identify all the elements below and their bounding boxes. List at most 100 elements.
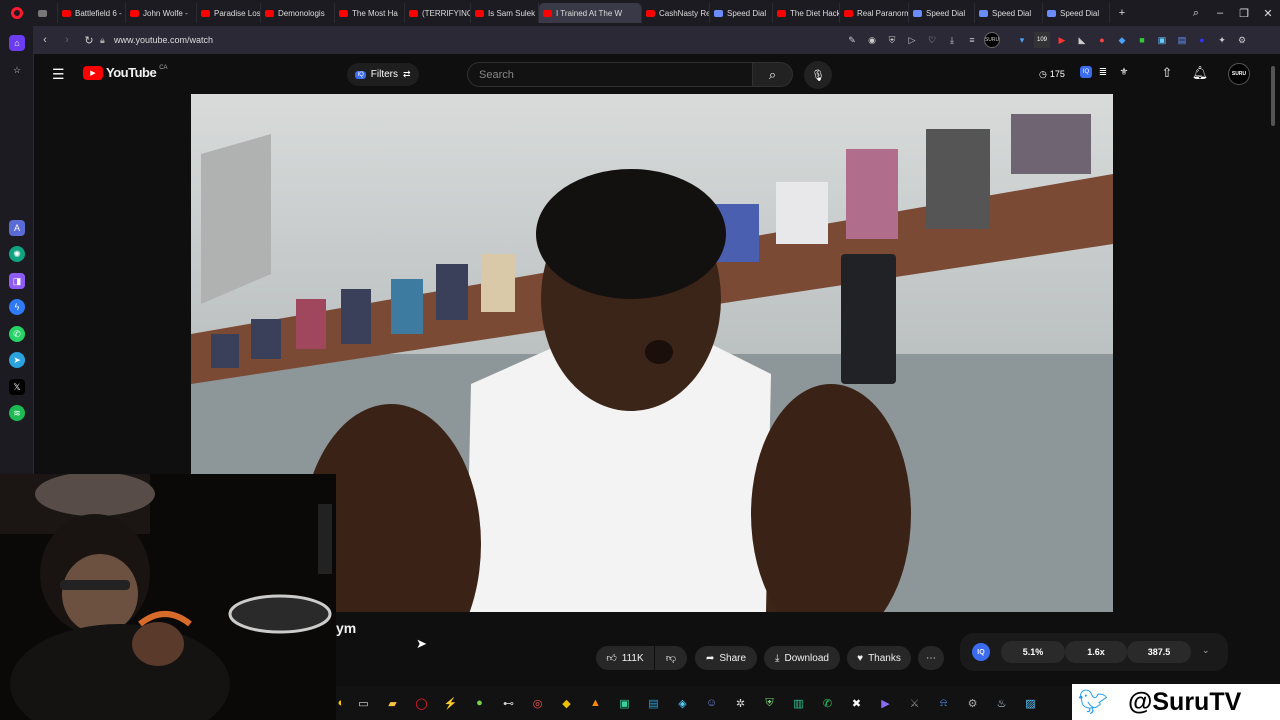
bell-icon[interactable]: 🔔︎ — [1191, 64, 1209, 82]
tab-manager-icon[interactable]: ▣ — [1154, 32, 1170, 48]
app-yellow-icon[interactable]: ◆ — [555, 692, 578, 715]
taskbar-partial-icon[interactable]: ◐ — [336, 692, 346, 715]
list-icon[interactable]: ≣ — [1096, 65, 1110, 79]
dislike-button[interactable]: 👎︎ — [655, 646, 687, 670]
spotify-icon[interactable]: ≋ — [9, 405, 25, 421]
tab-item[interactable]: Speed Dial — [909, 3, 975, 23]
x-icon[interactable]: 𝕏 — [9, 379, 25, 395]
more-actions-button[interactable]: ⋯ — [918, 646, 944, 670]
search-input[interactable]: Search — [467, 62, 753, 87]
badge-icon[interactable]: ⚜ — [1117, 65, 1131, 79]
network-icon[interactable]: ✲ — [729, 692, 752, 715]
menu-icon[interactable]: ≡ — [964, 32, 980, 48]
new-tab-button[interactable]: + — [1110, 7, 1134, 19]
app-x-icon[interactable]: ✖ — [845, 692, 868, 715]
reload-button[interactable]: ↻ — [78, 34, 100, 47]
vlc-icon[interactable]: ▲ — [584, 692, 607, 715]
whatsapp-taskbar-icon[interactable]: ✆ — [816, 692, 839, 715]
record-icon[interactable]: ● — [1094, 32, 1110, 48]
shield-icon[interactable]: ⛨ — [884, 32, 900, 48]
task-view-icon[interactable]: ▭ — [352, 692, 375, 715]
aria-icon[interactable]: A — [9, 220, 25, 236]
search-tabs-icon[interactable]: ⌕ — [1184, 7, 1208, 20]
search-button[interactable]: ⌕ — [753, 62, 793, 87]
translate-icon[interactable]: ▤ — [1174, 32, 1190, 48]
tab-item[interactable]: Speed Dial — [710, 3, 773, 23]
star-icon[interactable]: ☆ — [9, 62, 25, 78]
forward-button[interactable]: › — [56, 34, 78, 46]
grammar-icon[interactable]: ■ — [1134, 32, 1150, 48]
settings-taskbar-icon[interactable]: ⚙ — [961, 692, 984, 715]
tab-item[interactable]: The Diet Hack — [773, 3, 840, 23]
telegram-icon[interactable]: ➤ — [9, 352, 25, 368]
app-diamond-icon[interactable]: ◈ — [671, 692, 694, 715]
photos-icon[interactable]: ▨ — [1019, 692, 1042, 715]
profile-icon[interactable]: SURU — [984, 32, 1000, 48]
app-sword-icon[interactable]: ⚔ — [903, 692, 926, 715]
opera-logo[interactable] — [0, 7, 34, 19]
restore-button[interactable]: ❐ — [1232, 7, 1256, 20]
iq-extension-icon[interactable]: ◆ — [1114, 32, 1130, 48]
app-robot-icon[interactable]: ⍾ — [932, 692, 955, 715]
youtube-logo[interactable]: ▶ YouTube CA — [83, 65, 168, 80]
history-counter[interactable]: ◷ 175 — [1034, 63, 1070, 85]
tab-item[interactable]: (TERRIFYING) — [405, 3, 471, 23]
messenger-icon[interactable]: ϟ — [9, 299, 25, 315]
minimize-button[interactable]: – — [1208, 7, 1232, 19]
app-book-icon[interactable]: ▥ — [787, 692, 810, 715]
rss-icon[interactable]: ◣ — [1074, 32, 1090, 48]
tab-item[interactable]: Demonologis — [261, 3, 335, 23]
extension-pin-icon[interactable]: ▾ — [1014, 32, 1030, 48]
stat-score[interactable]: 387.5 — [1127, 641, 1191, 663]
app-play-icon[interactable]: ▶ — [874, 692, 897, 715]
app-green-icon[interactable]: ● — [468, 692, 491, 715]
app-shield-icon[interactable]: ⛨ — [758, 692, 781, 715]
iq-header-icon[interactable]: IQ — [1080, 66, 1092, 78]
tab-item[interactable]: Speed Dial — [975, 3, 1043, 23]
opera-taskbar-icon[interactable]: ◯ — [410, 692, 433, 715]
discord-icon[interactable]: ☺ — [700, 692, 723, 715]
puzzle-icon[interactable]: ✦ — [1214, 32, 1230, 48]
youtube-extension-icon[interactable]: ▶ — [1054, 32, 1070, 48]
like-button[interactable]: 👍︎ 111K — [596, 646, 654, 670]
player-icon[interactable]: ◨ — [9, 273, 25, 289]
iq-badge[interactable]: IQ — [972, 643, 990, 661]
chevron-down-icon[interactable]: ⌄ — [1202, 645, 1210, 656]
tab-item[interactable]: Is Sam Sulek — [471, 3, 539, 23]
download-button[interactable]: ⤓ Download — [764, 646, 840, 670]
tab-item[interactable]: Real Paranorm — [840, 3, 909, 23]
app-blue-icon[interactable]: ▤ — [642, 692, 665, 715]
url-field[interactable]: www.youtube.com/watch — [114, 35, 844, 45]
heart-icon[interactable]: ♡ — [924, 32, 940, 48]
download-icon[interactable]: ⤓ — [944, 32, 960, 48]
tab-item[interactable]: The Most Ha — [335, 3, 405, 23]
voice-search-icon[interactable]: 🎙︎ — [804, 61, 832, 89]
lightning-icon[interactable]: ⚡ — [439, 692, 462, 715]
share-button[interactable]: ➦ Share — [695, 646, 757, 670]
thanks-button[interactable]: ♥ Thanks — [847, 646, 911, 670]
play-icon[interactable]: ▷ — [904, 32, 920, 48]
tab-item[interactable]: Paradise Lost — [197, 3, 261, 23]
avatar[interactable]: SURU — [1228, 63, 1250, 85]
chatgpt-icon[interactable]: ✺ — [9, 246, 25, 262]
upload-icon[interactable]: ⇧ — [1158, 64, 1176, 82]
tab-item[interactable]: CashNasty Re — [642, 3, 710, 23]
whatsapp-icon[interactable]: ✆ — [9, 326, 25, 342]
controller-icon[interactable]: ⊷ — [497, 692, 520, 715]
vpn-icon[interactable]: ● — [1194, 32, 1210, 48]
hamburger-icon[interactable]: ☰ — [52, 66, 65, 83]
tab-pinned[interactable] — [34, 3, 58, 23]
tab-item[interactable]: John Wolfe - — [126, 3, 197, 23]
tab-item[interactable]: I Trained At The W — [539, 3, 642, 23]
file-explorer-icon[interactable]: ▰ — [381, 692, 404, 715]
app-teal-icon[interactable]: ▣ — [613, 692, 636, 715]
close-window-button[interactable]: ✕ — [1256, 7, 1280, 20]
stat-multiplier[interactable]: 1.6x — [1065, 641, 1127, 663]
home-icon[interactable]: ⌂ — [9, 35, 25, 51]
edit-icon[interactable]: ✎ — [844, 32, 860, 48]
page-scrollbar[interactable] — [1271, 66, 1275, 126]
steam-icon[interactable]: ♨ — [990, 692, 1013, 715]
camera-icon[interactable]: ◉ — [864, 32, 880, 48]
tab-item[interactable]: Battlefield 6 - — [58, 3, 126, 23]
chrome-icon[interactable]: ◎ — [526, 692, 549, 715]
